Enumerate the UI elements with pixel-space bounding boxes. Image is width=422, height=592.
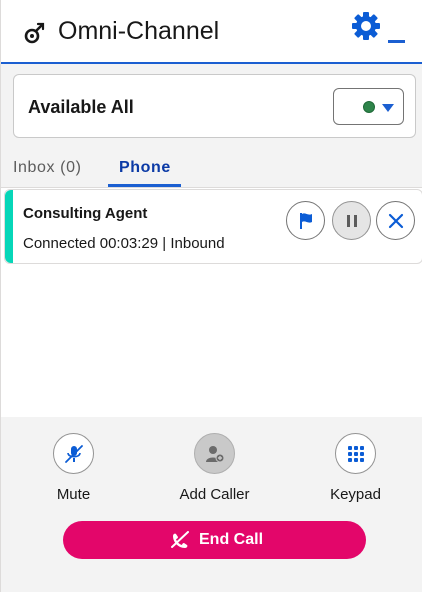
mute-button[interactable]	[53, 433, 94, 474]
omni-channel-icon	[24, 22, 45, 44]
end-call-label: End Call	[199, 531, 264, 548]
tab-inbox[interactable]: Inbox (0)	[13, 159, 82, 177]
status-label: Available All	[28, 97, 134, 117]
app-title: Omni-Channel	[58, 17, 220, 45]
mute-label: Mute	[56, 486, 91, 503]
microphone-mute-icon	[65, 445, 83, 463]
omni-channel-panel: Omni-Channel Available All Inbox (0) Pho…	[0, 0, 422, 592]
close-icon	[388, 213, 404, 229]
add-caller-button[interactable]	[194, 433, 235, 474]
flag-button[interactable]	[286, 201, 325, 240]
work-item[interactable]: Consulting Agent Connected 00:03:29 | In…	[4, 189, 422, 264]
flag-icon	[300, 213, 312, 229]
status-dropdown[interactable]	[333, 88, 404, 125]
tab-bar: Inbox (0) Phone	[1, 148, 422, 188]
work-item-name: Consulting Agent	[23, 205, 148, 222]
status-section: Available All	[1, 64, 422, 148]
pause-button[interactable]	[332, 201, 371, 240]
work-item-status-stripe	[5, 190, 13, 263]
call-controls: Mute Add Caller Keypad End Call	[1, 417, 422, 592]
work-list-empty-area	[1, 264, 422, 417]
header: Omni-Channel	[1, 0, 422, 64]
work-item-details: Connected 00:03:29 | Inbound	[23, 235, 225, 252]
keypad-button[interactable]	[335, 433, 376, 474]
active-tab-indicator	[108, 184, 181, 187]
status-box: Available All	[13, 74, 416, 138]
minimize-icon[interactable]	[388, 40, 405, 43]
caret-down-icon	[382, 104, 394, 112]
add-caller-label: Add Caller	[179, 486, 250, 503]
pause-icon	[347, 215, 357, 227]
end-call-button[interactable]: End Call	[63, 521, 366, 559]
add-caller-icon	[206, 446, 225, 463]
end-call-icon	[171, 531, 189, 548]
gear-icon[interactable]	[351, 11, 381, 41]
close-button[interactable]	[376, 201, 415, 240]
keypad-icon	[348, 446, 364, 462]
status-indicator-icon	[363, 101, 375, 113]
keypad-label: Keypad	[330, 486, 381, 503]
tab-phone[interactable]: Phone	[119, 159, 171, 177]
